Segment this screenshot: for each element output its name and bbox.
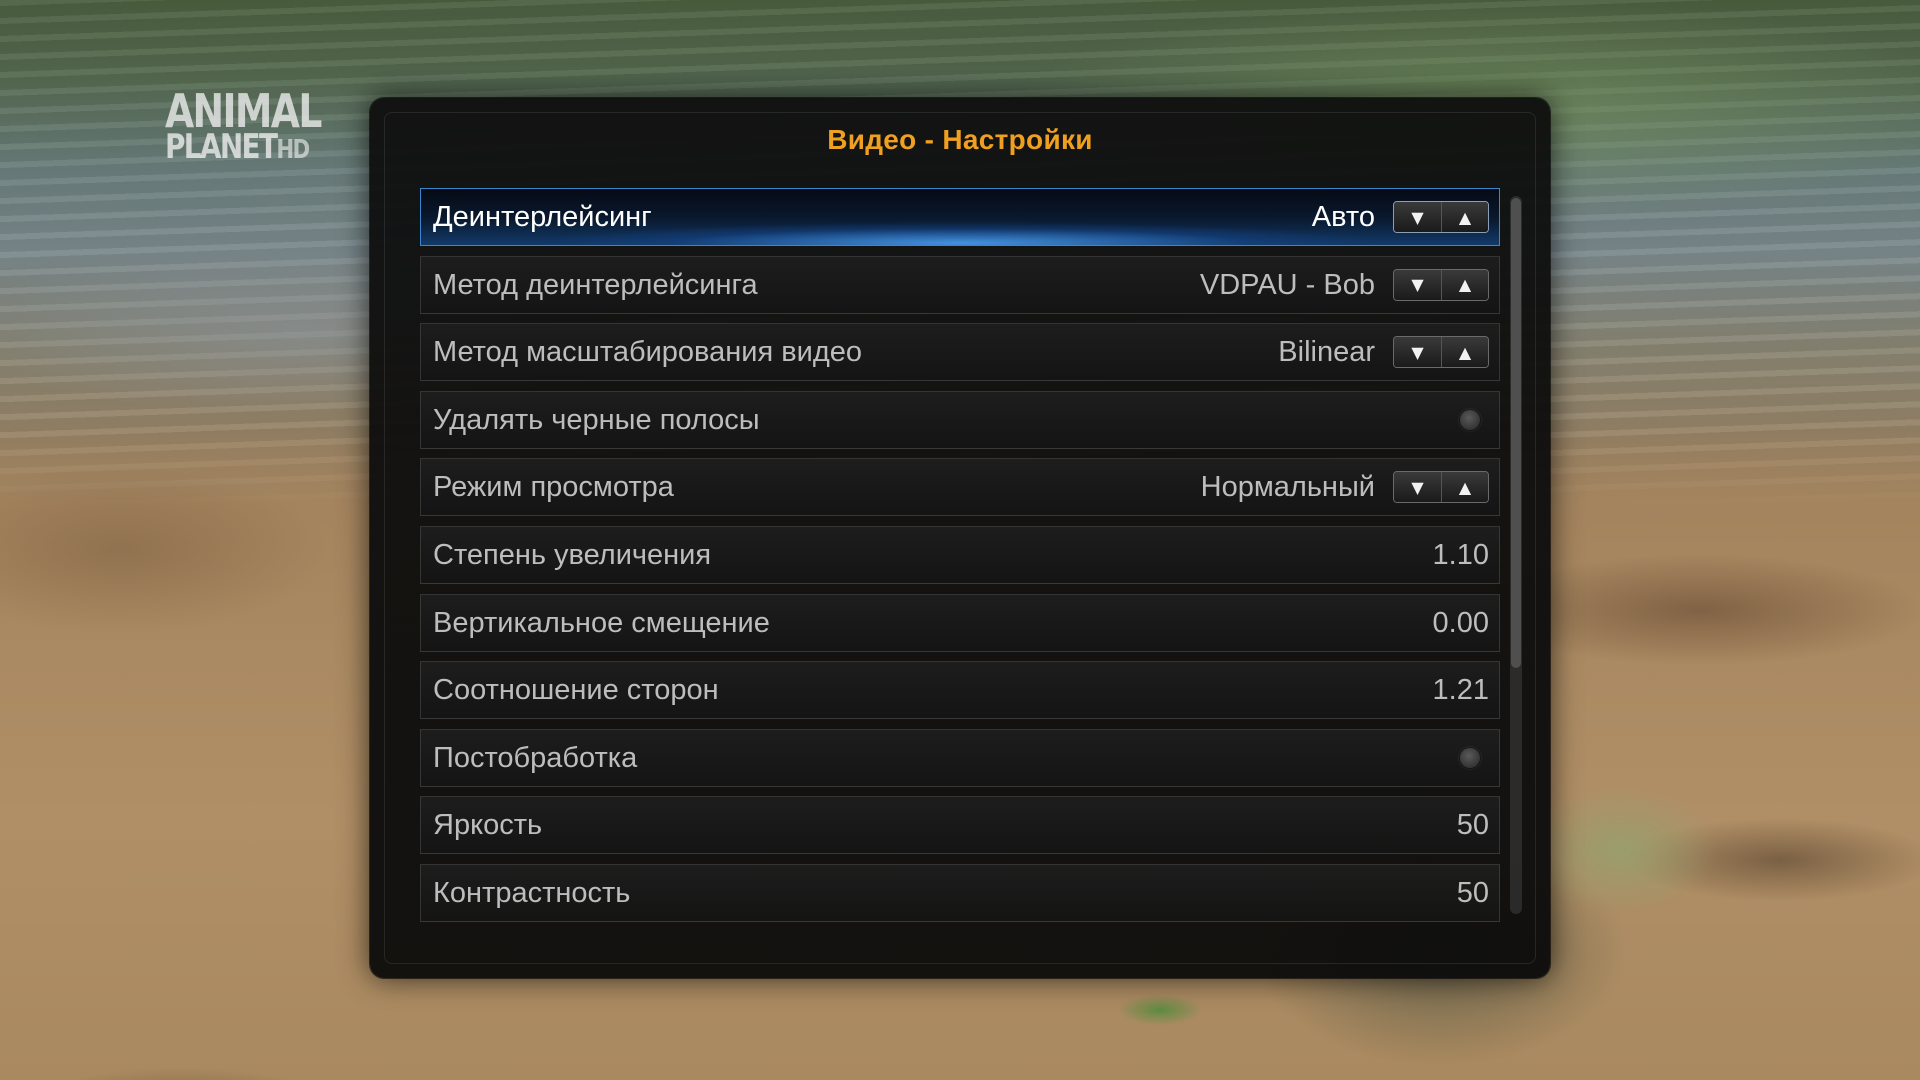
setting-value: VDPAU - Bob: [1199, 268, 1375, 301]
setting-row[interactable]: Соотношение сторон 1.21: [420, 661, 1500, 720]
setting-label: Контрастность: [433, 876, 631, 909]
radio-toggle-icon[interactable]: [1459, 746, 1481, 769]
logo-line-2: PLANETHD: [165, 130, 321, 164]
setting-row[interactable]: Метод масштабирования видео Bilinear ▼ ▲: [420, 323, 1500, 382]
setting-row[interactable]: Контрастность 50: [420, 863, 1500, 922]
spinner-down-icon[interactable]: ▼: [1394, 472, 1441, 503]
setting-value: Bilinear: [1278, 336, 1375, 369]
spinner-control[interactable]: ▼ ▲: [1393, 268, 1489, 301]
setting-label: Соотношение сторон: [433, 674, 719, 707]
setting-label: Метод масштабирования видео: [433, 336, 863, 369]
spinner-control[interactable]: ▼ ▲: [1393, 471, 1489, 504]
spinner-control[interactable]: ▼ ▲: [1393, 201, 1489, 233]
setting-row[interactable]: Метод деинтерлейсинга VDPAU - Bob ▼ ▲: [420, 255, 1500, 314]
setting-value: Авто: [1311, 201, 1375, 233]
spinner-up-icon[interactable]: ▲: [1441, 202, 1488, 232]
setting-label: Вертикальное смещение: [433, 606, 770, 639]
setting-value: 0.00: [1432, 606, 1489, 639]
setting-value: 50: [1456, 809, 1489, 842]
setting-label: Режим просмотра: [433, 471, 674, 504]
setting-label: Постобработка: [433, 741, 638, 774]
setting-value: 50: [1456, 876, 1489, 909]
radio-toggle-icon[interactable]: [1459, 408, 1481, 431]
setting-row[interactable]: Деинтерлейсинг Авто ▼ ▲: [420, 188, 1500, 246]
spinner-down-icon[interactable]: ▼: [1394, 337, 1441, 368]
tv-screen: ANIMAL PLANETHD Видео - Настройки Деинте…: [0, 0, 1920, 1080]
setting-row[interactable]: Яркость 50: [420, 796, 1500, 855]
setting-value: Нормальный: [1200, 471, 1375, 504]
spinner-up-icon[interactable]: ▲: [1441, 472, 1488, 503]
setting-value: 1.21: [1432, 674, 1489, 707]
setting-label: Яркость: [433, 809, 543, 842]
logo-hd: HD: [276, 135, 310, 165]
spinner-control[interactable]: ▼ ▲: [1393, 336, 1489, 369]
setting-row[interactable]: Режим просмотра Нормальный ▼ ▲: [420, 458, 1500, 517]
spinner-down-icon[interactable]: ▼: [1394, 202, 1441, 232]
video-settings-dialog: Видео - Настройки Деинтерлейсинг Авто ▼ ▲ Ме…: [370, 98, 1550, 978]
spinner-up-icon[interactable]: ▲: [1441, 269, 1488, 300]
setting-label: Степень увеличения: [433, 538, 712, 571]
setting-row[interactable]: Постобработка: [420, 728, 1500, 787]
spinner-down-icon[interactable]: ▼: [1394, 269, 1441, 300]
scrollbar-thumb[interactable]: [1511, 198, 1521, 668]
setting-value: 1.10: [1432, 538, 1489, 571]
channel-logo: ANIMAL PLANETHD: [165, 88, 355, 164]
setting-label: Удалять черные полосы: [433, 403, 760, 436]
scrollbar[interactable]: [1510, 196, 1522, 914]
setting-row[interactable]: Вертикальное смещение 0.00: [420, 593, 1500, 652]
settings-list: Деинтерлейсинг Авто ▼ ▲ Метод деинтерлейсинг…: [420, 188, 1500, 932]
background-plant: [1100, 975, 1230, 1045]
spinner-up-icon[interactable]: ▲: [1441, 337, 1488, 368]
setting-row[interactable]: Степень увеличения 1.10: [420, 525, 1500, 584]
setting-row[interactable]: Удалять черные полосы: [420, 390, 1500, 449]
logo-line-2-text: PLANET: [165, 127, 278, 167]
setting-label: Деинтерлейсинг: [433, 201, 652, 233]
setting-label: Метод деинтерлейсинга: [433, 268, 758, 301]
dialog-title: Видео - Настройки: [827, 124, 1093, 155]
